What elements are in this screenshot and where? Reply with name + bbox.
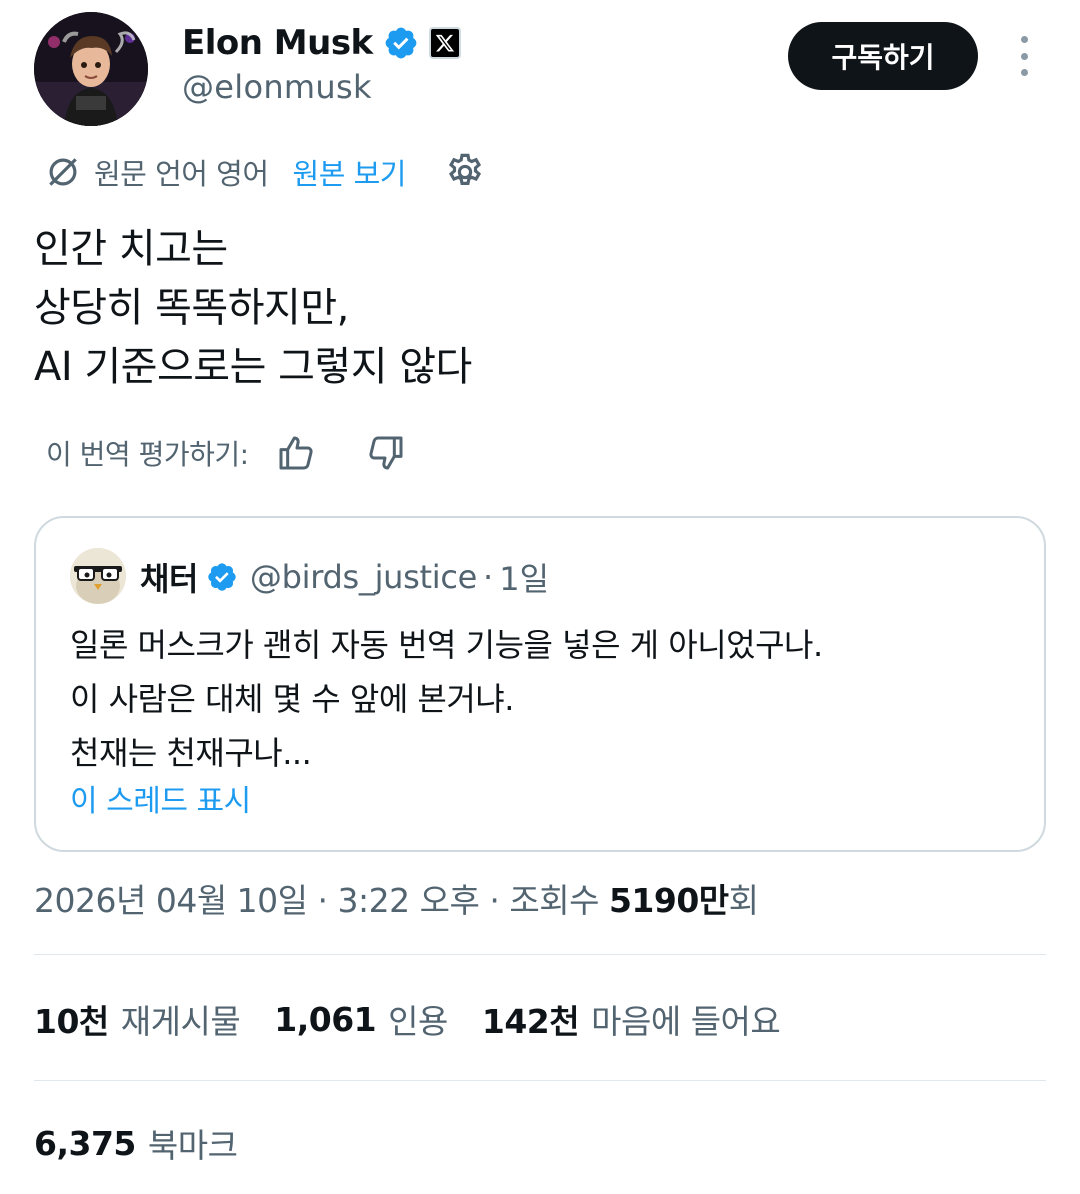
separator-dot: · [489, 881, 500, 920]
engagement-stats: 10천 재게시물 1,061 인용 142천 마음에 들어요 [34, 994, 814, 1044]
bookmarks-stat[interactable]: 6,375 북마크 [34, 1118, 238, 1168]
avatar-image [34, 12, 148, 126]
author-name[interactable]: Elon Musk [182, 23, 373, 63]
quote-author-avatar[interactable] [70, 548, 126, 604]
tweet-time[interactable]: 3:22 오후 [338, 881, 480, 920]
thumbs-down-glyph [368, 436, 403, 470]
more-dot [1020, 69, 1028, 76]
quote-line: 천재는 천재구나... [70, 734, 312, 772]
reposts-label: 재게시물 [120, 1002, 241, 1041]
verified-badge-icon[interactable] [383, 25, 419, 61]
views-suffix: 회 [728, 881, 759, 920]
more-dot [1020, 36, 1028, 43]
rate-translation-row: 이 번역 평가하기: [46, 430, 407, 476]
tweet-line: AI 기준으로는 그렇지 않다 [34, 344, 472, 390]
quote-author-name[interactable]: 채터 [140, 554, 198, 600]
divider [34, 954, 1046, 955]
rate-translation-label: 이 번역 평가하기: [46, 438, 249, 471]
verified-badge-icon [208, 563, 236, 591]
source-language-label: 원문 언어 영어 [94, 157, 269, 191]
reposts-stat[interactable]: 10천 재게시물 [34, 995, 241, 1043]
quotes-label: 인용 [388, 1002, 448, 1041]
quoted-tweet-card[interactable]: 채터 @birds_justice · 1일 일론 머스크가 괜히 자동 번역 … [34, 516, 1046, 852]
thumbs-up-icon[interactable] [275, 432, 317, 474]
bookmarks-label: 북마크 [147, 1126, 238, 1165]
tweet-meta: 2026년 04월 10일 · 3:22 오후 · 조회수 5190만회 [34, 874, 759, 922]
x-logo-glyph [435, 34, 454, 52]
author-avatar[interactable] [34, 12, 148, 126]
likes-label: 마음에 들어요 [591, 1002, 781, 1041]
show-thread-link[interactable]: 이 스레드 표시 [70, 776, 251, 820]
bookmarks-count: 6,375 [34, 1123, 136, 1163]
likes-count: 142천 [481, 1002, 580, 1041]
separator-dot: · [317, 881, 329, 920]
thumbs-up-glyph [279, 436, 313, 470]
tweet-line: 상당히 똑똑하지만, [34, 285, 349, 331]
quotes-stat[interactable]: 1,061 인용 [274, 995, 448, 1043]
tweet-date[interactable]: 2026년 04월 10일 [34, 881, 308, 920]
quote-header: 채터 @birds_justice · 1일 [140, 554, 549, 600]
quote-avatar-image [70, 548, 126, 604]
quote-line: 이 사람은 대체 몇 수 앞에 본거냐. [70, 680, 514, 718]
translation-bar: 원문 언어 영어 원본 보기 [44, 150, 486, 194]
quote-text: 일론 머스크가 괜히 자동 번역 기능을 넣은 게 아니었구나. 이 사람은 대… [70, 618, 1020, 780]
views-count: 5190만 [608, 881, 729, 920]
tweet-detail-page: Elon Musk @elonmusk 구독하기 원문 언어 영어 원본 보기 [0, 0, 1080, 1194]
reposts-count: 10천 [34, 1002, 109, 1041]
x-logo-icon[interactable] [428, 27, 461, 59]
quote-timestamp[interactable]: 1일 [499, 554, 549, 600]
separator-dot: · [483, 558, 494, 596]
likes-stat[interactable]: 142천 마음에 들어요 [481, 995, 781, 1043]
translate-icon [49, 158, 77, 186]
author-name-row: Elon Musk [182, 20, 461, 66]
quote-author-handle[interactable]: @birds_justice [250, 558, 477, 596]
quotes-count: 1,061 [274, 999, 377, 1039]
more-vertical-icon[interactable] [1006, 36, 1042, 76]
author-handle[interactable]: @elonmusk [182, 68, 372, 106]
show-original-link[interactable]: 원본 보기 [293, 151, 407, 193]
divider [34, 1080, 1046, 1081]
more-dot [1020, 52, 1028, 60]
views-label: 조회수 [509, 881, 599, 920]
quote-line: 일론 머스크가 괜히 자동 번역 기능을 넣은 게 아니었구나. [70, 626, 823, 664]
thumbs-down-icon[interactable] [365, 432, 407, 474]
tweet-line: 인간 치고는 [34, 226, 228, 272]
subscribe-button[interactable]: 구독하기 [788, 22, 978, 90]
tweet-text: 인간 치고는 상당히 똑똑하지만, AI 기준으로는 그렇지 않다 [34, 220, 1034, 397]
gear-icon[interactable] [444, 151, 486, 193]
